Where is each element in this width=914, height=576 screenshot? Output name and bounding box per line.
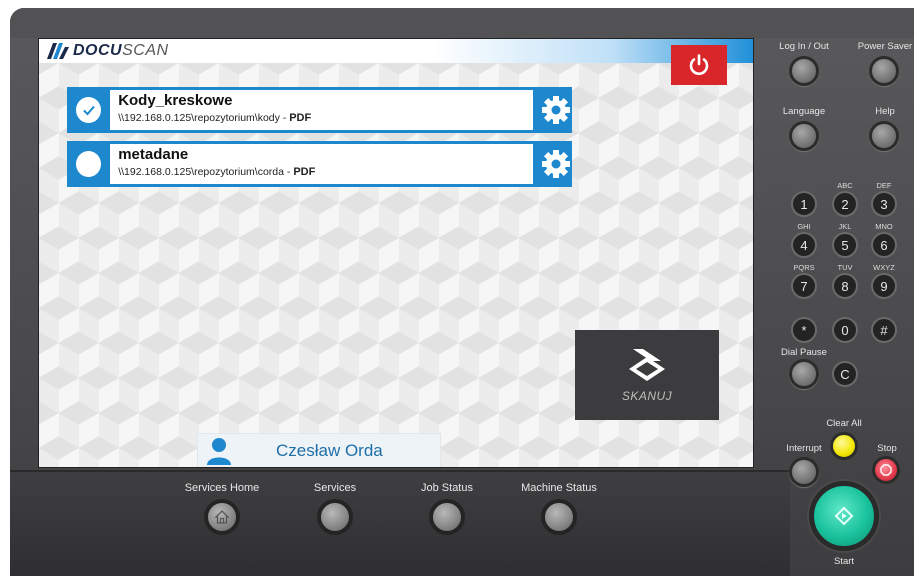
- help-label: Help: [875, 106, 895, 117]
- start-label: Start: [833, 556, 855, 567]
- touch-screen: DOCUSCAN Kody_kreskowe \\192.168.0.125\r…: [38, 38, 754, 468]
- clear-all-button[interactable]: [830, 432, 858, 460]
- key-letters-5: JKL: [838, 222, 852, 231]
- key-9[interactable]: 9: [871, 273, 897, 299]
- job-select-checkbox[interactable]: [76, 151, 102, 177]
- key-7[interactable]: 7: [791, 273, 817, 299]
- job-item-kody-kreskowe[interactable]: Kody_kreskowe \\192.168.0.125\repozytori…: [67, 87, 572, 133]
- key-5[interactable]: 5: [832, 232, 858, 258]
- gear-icon: [541, 150, 570, 178]
- job-select-checkbox[interactable]: [76, 97, 102, 123]
- interrupt-label: Interrupt: [786, 443, 822, 454]
- login-button[interactable]: [789, 56, 819, 86]
- user-name: Czesław Orda: [276, 441, 383, 460]
- machine-status-label: Machine Status: [521, 482, 597, 494]
- key-2[interactable]: 2: [832, 191, 858, 217]
- scanner-icon: [629, 349, 665, 381]
- key-letters-3: DEF: [876, 181, 892, 190]
- key-letters-7: PQRS: [793, 263, 815, 272]
- job-path: \\192.168.0.125\repozytorium\corda - PDF: [118, 166, 316, 178]
- key-hash[interactable]: #: [871, 317, 897, 343]
- language-button[interactable]: [789, 121, 819, 151]
- job-path: \\192.168.0.125\repozytorium\kody - PDF: [118, 112, 312, 124]
- app-header: DOCUSCAN: [39, 39, 753, 63]
- job-card[interactable]: Kody_kreskowe \\192.168.0.125\repozytori…: [110, 90, 534, 130]
- services-home-button[interactable]: [204, 499, 240, 535]
- power-icon: [689, 54, 709, 75]
- stop-button[interactable]: [872, 456, 900, 484]
- scan-label: SKANUJ: [621, 389, 673, 403]
- login-label: Log In / Out: [779, 41, 829, 52]
- app-logo-text: DOCUSCAN: [73, 42, 169, 59]
- key-letters-9: WXYZ: [873, 263, 895, 272]
- key-star[interactable]: *: [791, 317, 817, 343]
- services-home-label: Services Home: [184, 482, 260, 494]
- start-icon: [834, 506, 854, 526]
- gear-icon: [541, 96, 570, 124]
- power-button[interactable]: [671, 45, 727, 85]
- key-letters-2: ABC: [837, 181, 853, 190]
- job-card[interactable]: metadane \\192.168.0.125\repozytorium\co…: [110, 144, 534, 184]
- dial-pause-button[interactable]: [789, 359, 819, 389]
- help-button[interactable]: [869, 121, 899, 151]
- device-top-bezel: [10, 8, 914, 38]
- key-8[interactable]: 8: [832, 273, 858, 299]
- clear-all-label: Clear All: [826, 418, 862, 429]
- device-bottom-panel: [10, 470, 790, 576]
- key-letters-4: GHI: [797, 222, 811, 231]
- scan-button[interactable]: SKANUJ: [575, 330, 719, 420]
- checkmark-icon: [82, 105, 95, 116]
- services-button[interactable]: [317, 499, 353, 535]
- power-saver-button[interactable]: [869, 56, 899, 86]
- language-label: Language: [782, 106, 826, 117]
- user-icon: [207, 438, 231, 465]
- start-button[interactable]: [809, 481, 879, 551]
- job-name: metadane: [118, 146, 189, 163]
- key-letters-6: MNO: [875, 222, 893, 231]
- machine-status-button[interactable]: [541, 499, 577, 535]
- stop-icon: [880, 464, 892, 476]
- app-logo: DOCUSCAN: [47, 42, 169, 60]
- key-4[interactable]: 4: [791, 232, 817, 258]
- power-saver-label: Power Saver: [857, 41, 913, 52]
- job-name: Kody_kreskowe: [118, 92, 233, 109]
- job-item-metadane[interactable]: metadane \\192.168.0.125\repozytorium\co…: [67, 141, 572, 187]
- stop-label: Stop: [877, 443, 897, 454]
- job-status-button[interactable]: [429, 499, 465, 535]
- key-clear[interactable]: C: [832, 361, 858, 387]
- key-letters-8: TUV: [837, 263, 853, 272]
- docuscan-logo-icon: [47, 43, 69, 59]
- dial-pause-label: Dial Pause: [781, 347, 827, 358]
- interrupt-button[interactable]: [789, 457, 819, 487]
- services-label: Services: [313, 482, 357, 494]
- job-status-label: Job Status: [421, 482, 473, 494]
- key-3[interactable]: 3: [871, 191, 897, 217]
- home-icon: [214, 510, 230, 524]
- job-settings-button[interactable]: [539, 147, 572, 181]
- key-6[interactable]: 6: [871, 232, 897, 258]
- job-settings-button[interactable]: [539, 93, 572, 127]
- key-1[interactable]: 1: [791, 191, 817, 217]
- user-bar[interactable]: Czesław Orda: [197, 433, 441, 467]
- key-0[interactable]: 0: [832, 317, 858, 343]
